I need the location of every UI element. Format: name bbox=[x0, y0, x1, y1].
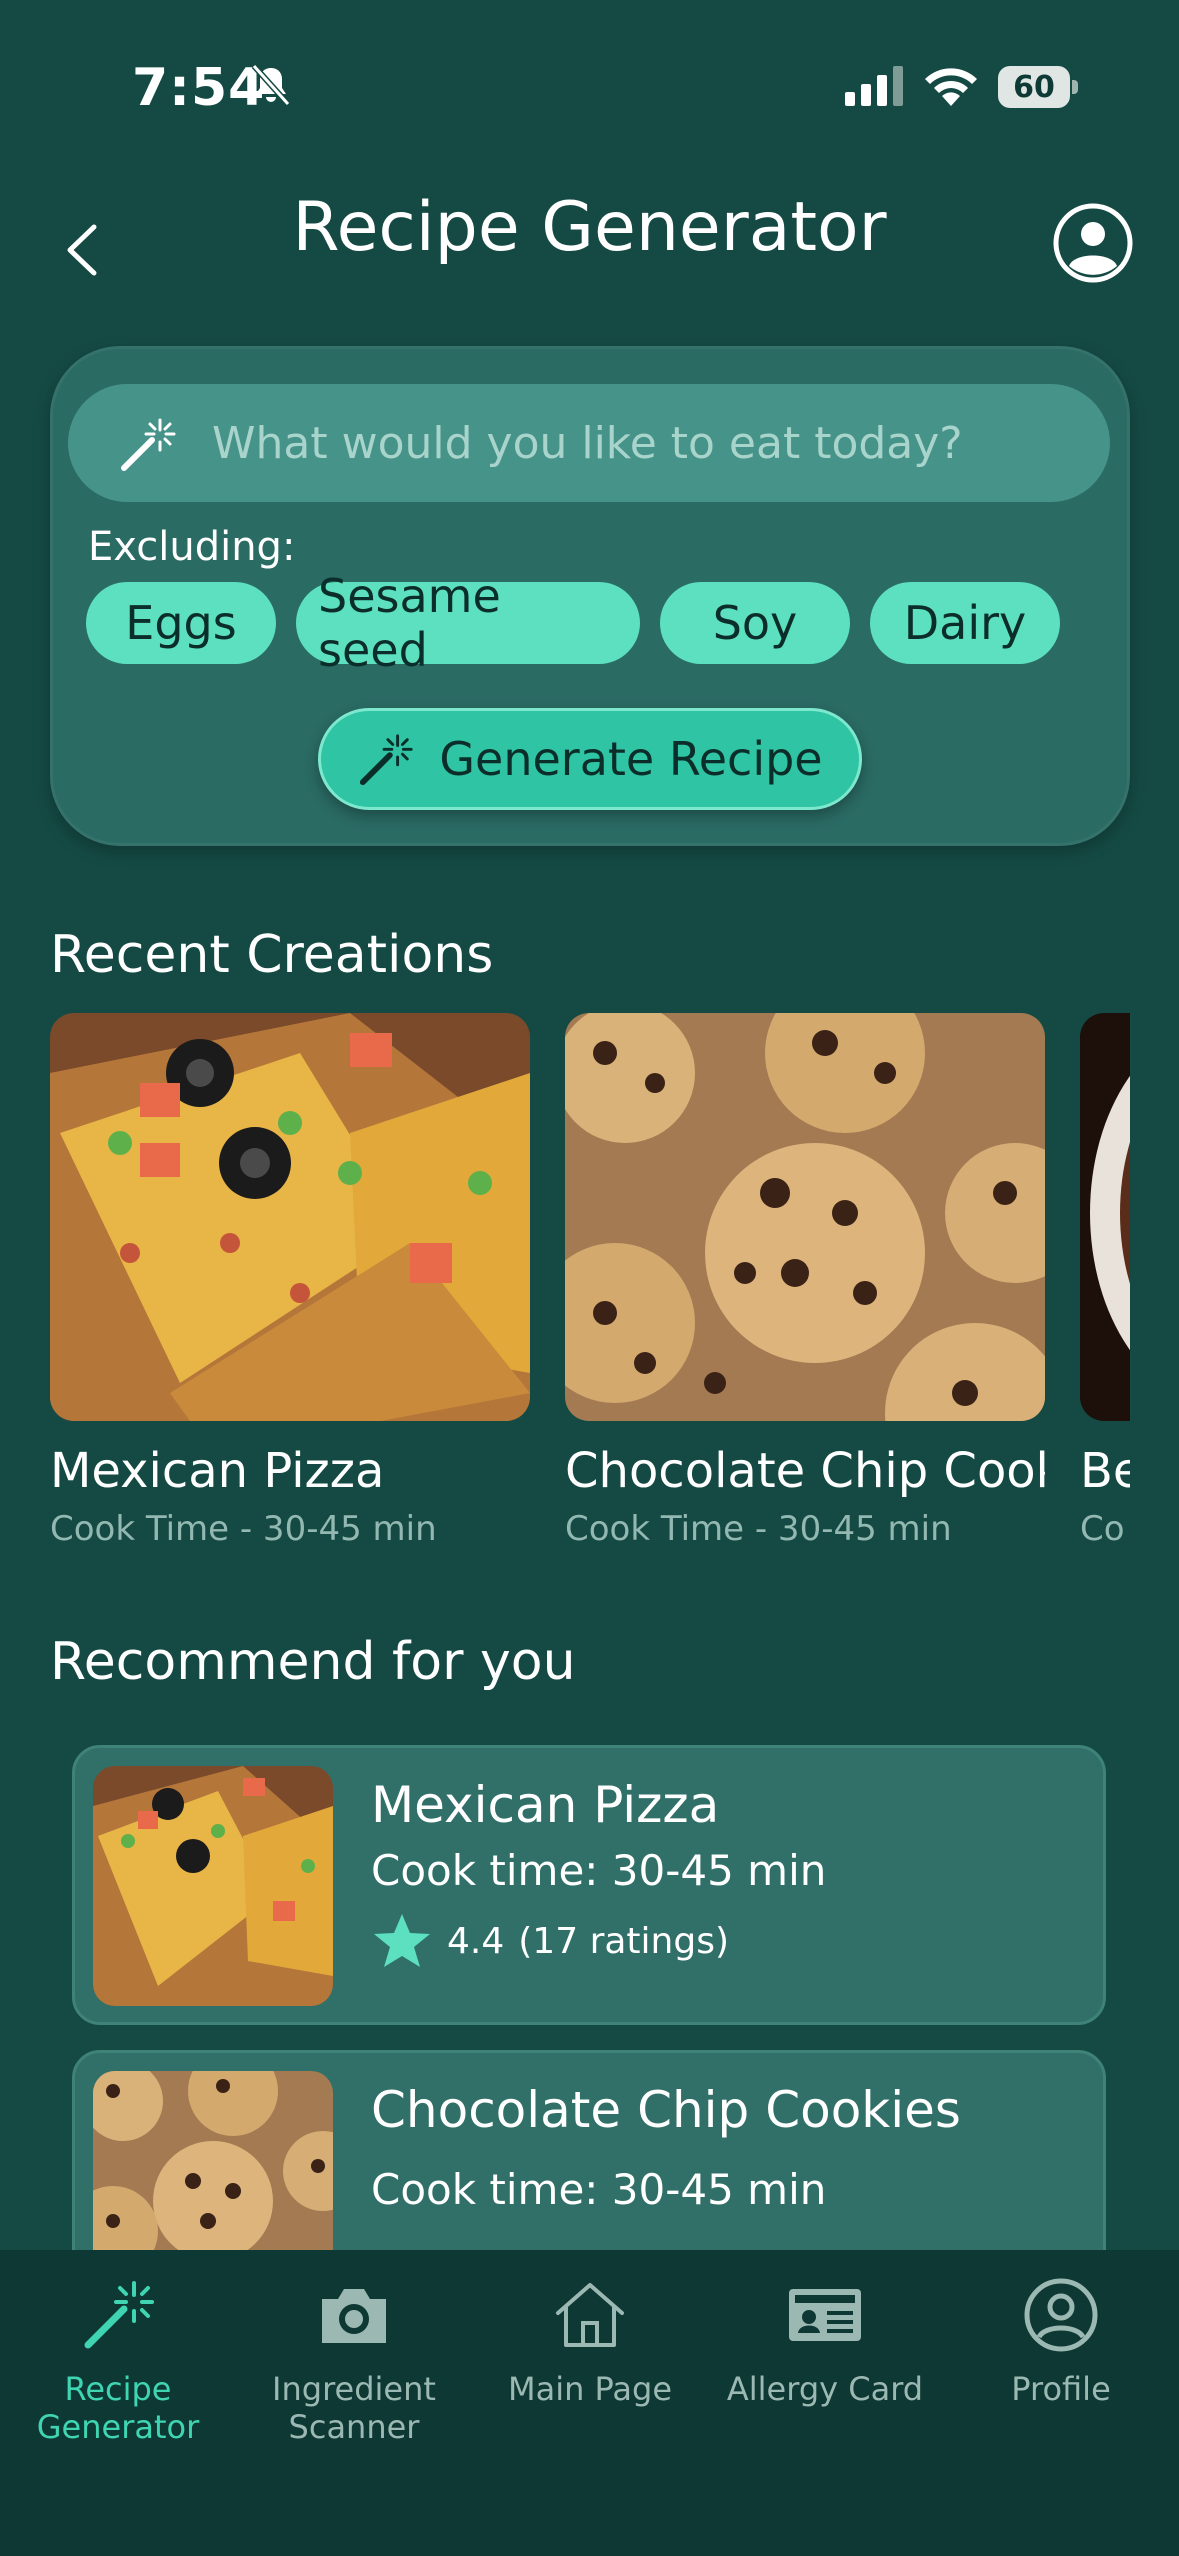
status-time: 7:54 bbox=[132, 58, 266, 118]
recent-card-time: Cook Time - 30-45 min bbox=[50, 1509, 437, 1549]
recipe-search-input[interactable] bbox=[212, 384, 1072, 502]
recent-card-name: Chocolate Chip Cook bbox=[565, 1443, 1045, 1499]
tab-label: Main Page bbox=[507, 2370, 673, 2408]
wifi-icon bbox=[925, 68, 977, 106]
recent-card[interactable]: Mexican Pizza Cook Time - 30-45 min bbox=[50, 1013, 530, 1549]
magic-wand-icon bbox=[121, 418, 176, 471]
tab-main-page[interactable]: Main Page bbox=[472, 2250, 708, 2556]
magic-wand-icon bbox=[84, 2281, 154, 2349]
tab-recipe-generator[interactable]: Recipe Generator bbox=[0, 2250, 236, 2556]
recommend-card[interactable]: Mexican Pizza Cook time: 30-45 min 4.4 (… bbox=[72, 1745, 1106, 2025]
mexican-pizza-image bbox=[50, 1013, 530, 1421]
recommend-card-time: Cook time: 30-45 min bbox=[371, 2165, 827, 2214]
search-field[interactable] bbox=[68, 384, 1110, 502]
status-bar: 7:54 60 bbox=[0, 0, 1179, 170]
battery-level: 60 bbox=[998, 66, 1070, 108]
tab-label: Recipe Generator bbox=[36, 2370, 200, 2446]
recommend-card-time: Cook time: 30-45 min bbox=[371, 1846, 827, 1895]
tab-label: Profile bbox=[1011, 2370, 1111, 2408]
recent-card[interactable]: Be Co bbox=[1080, 1013, 1130, 1549]
recent-creations-carousel[interactable]: Mexican Pizza Cook Time - 30-45 min Choc… bbox=[50, 1013, 1130, 1573]
mexican-pizza-thumbnail bbox=[93, 1766, 333, 2006]
recent-creations-title: Recent Creations bbox=[50, 925, 494, 985]
cellular-signal-icon bbox=[845, 66, 903, 106]
chip-sesame-seed[interactable]: Sesame seed bbox=[296, 569, 640, 677]
chip-eggs[interactable]: Eggs bbox=[86, 582, 276, 664]
id-card-icon bbox=[789, 2289, 861, 2341]
recommend-card-name: Mexican Pizza bbox=[371, 1776, 720, 1834]
rating: 4.4 (17 ratings) bbox=[371, 1910, 729, 1972]
tab-label: Ingredient Scanner bbox=[272, 2370, 436, 2446]
chocolate-chip-cookies-image bbox=[565, 1013, 1045, 1421]
tab-ingredient-scanner[interactable]: Ingredient Scanner bbox=[236, 2250, 472, 2556]
user-avatar-icon[interactable] bbox=[1052, 202, 1134, 284]
recent-card-time: Cook Time - 30-45 min bbox=[565, 1509, 952, 1549]
rating-count: (17 ratings) bbox=[518, 1920, 730, 1962]
header: Recipe Generator bbox=[0, 170, 1179, 330]
rating-value: 4.4 bbox=[447, 1920, 505, 1962]
tab-allergy-card[interactable]: Allergy Card bbox=[707, 2250, 943, 2556]
recipe-generator-card: Excluding: Eggs Sesame seed Soy Dairy Ge… bbox=[50, 346, 1130, 846]
recent-card-name: Mexican Pizza bbox=[50, 1443, 385, 1499]
star-icon bbox=[374, 1914, 430, 1967]
tab-profile[interactable]: Profile bbox=[943, 2250, 1179, 2556]
user-circle-icon bbox=[1024, 2278, 1098, 2352]
camera-icon bbox=[322, 2289, 386, 2343]
generate-recipe-button[interactable]: Generate Recipe bbox=[318, 708, 862, 810]
battery-cap bbox=[1072, 80, 1078, 94]
magic-wand-icon bbox=[360, 734, 413, 786]
bell-off-icon bbox=[251, 63, 291, 107]
page-title: Recipe Generator bbox=[292, 188, 887, 267]
battery-indicator: 60 bbox=[998, 66, 1078, 108]
home-icon bbox=[556, 2283, 624, 2347]
chip-soy[interactable]: Soy bbox=[660, 582, 850, 664]
recipe-image bbox=[1080, 1013, 1130, 1421]
recommend-title: Recommend for you bbox=[50, 1632, 576, 1692]
recent-card-name: Be bbox=[1080, 1443, 1130, 1499]
tab-label: Allergy Card bbox=[726, 2370, 924, 2408]
recent-card[interactable]: Chocolate Chip Cook Cook Time - 30-45 mi… bbox=[565, 1013, 1045, 1549]
generate-recipe-label: Generate Recipe bbox=[439, 732, 823, 786]
chip-dairy[interactable]: Dairy bbox=[870, 582, 1060, 664]
exclusion-chips: Eggs Sesame seed Soy Dairy bbox=[86, 569, 1060, 677]
excluding-label: Excluding: bbox=[88, 524, 296, 570]
recent-card-time: Co bbox=[1080, 1509, 1125, 1549]
recommend-card-name: Chocolate Chip Cookies bbox=[371, 2081, 961, 2139]
bottom-tab-bar: Recipe Generator Ingredient Scanner Main… bbox=[0, 2250, 1179, 2556]
